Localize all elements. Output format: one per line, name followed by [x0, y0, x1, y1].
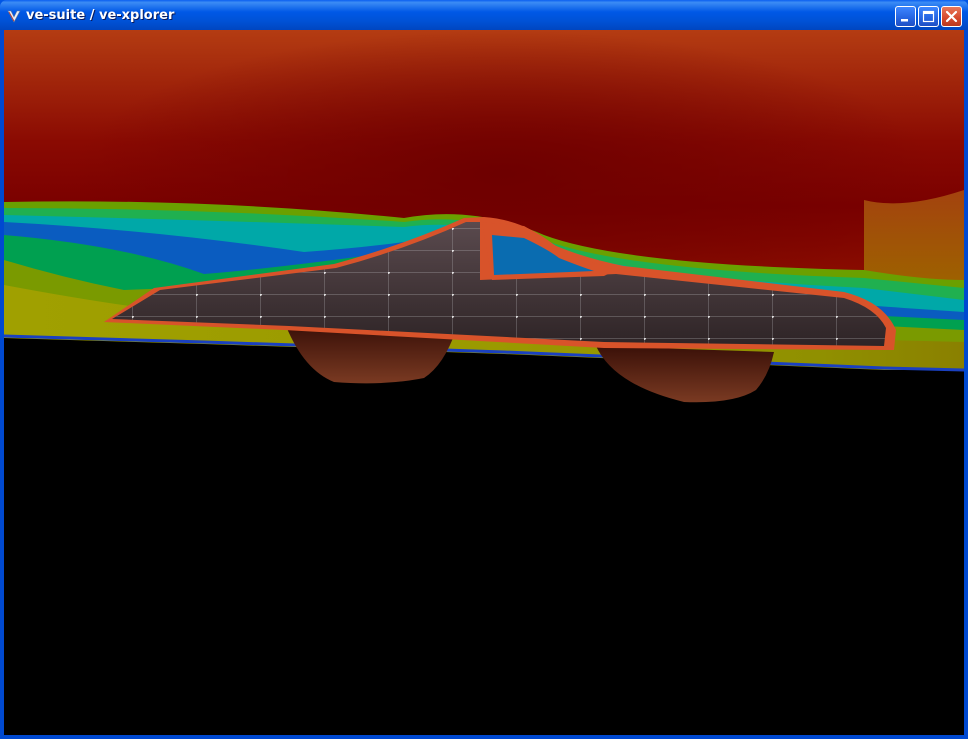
app-window: ve-suite / ve-xplorer	[0, 0, 968, 739]
maximize-icon	[922, 10, 935, 23]
window-title: ve-suite / ve-xplorer	[26, 8, 175, 23]
window-frame-bottom	[0, 735, 968, 739]
close-icon	[945, 10, 958, 23]
3d-render-viewport[interactable]	[4, 30, 964, 735]
close-button[interactable]	[941, 6, 962, 27]
minimize-button[interactable]	[895, 6, 916, 27]
title-bar[interactable]: ve-suite / ve-xplorer	[0, 0, 968, 30]
cfd-scene	[4, 30, 964, 735]
ve-suite-app-icon	[7, 10, 21, 23]
maximize-button[interactable]	[918, 6, 939, 27]
minimize-icon	[901, 19, 908, 22]
window-frame-right	[964, 30, 968, 739]
